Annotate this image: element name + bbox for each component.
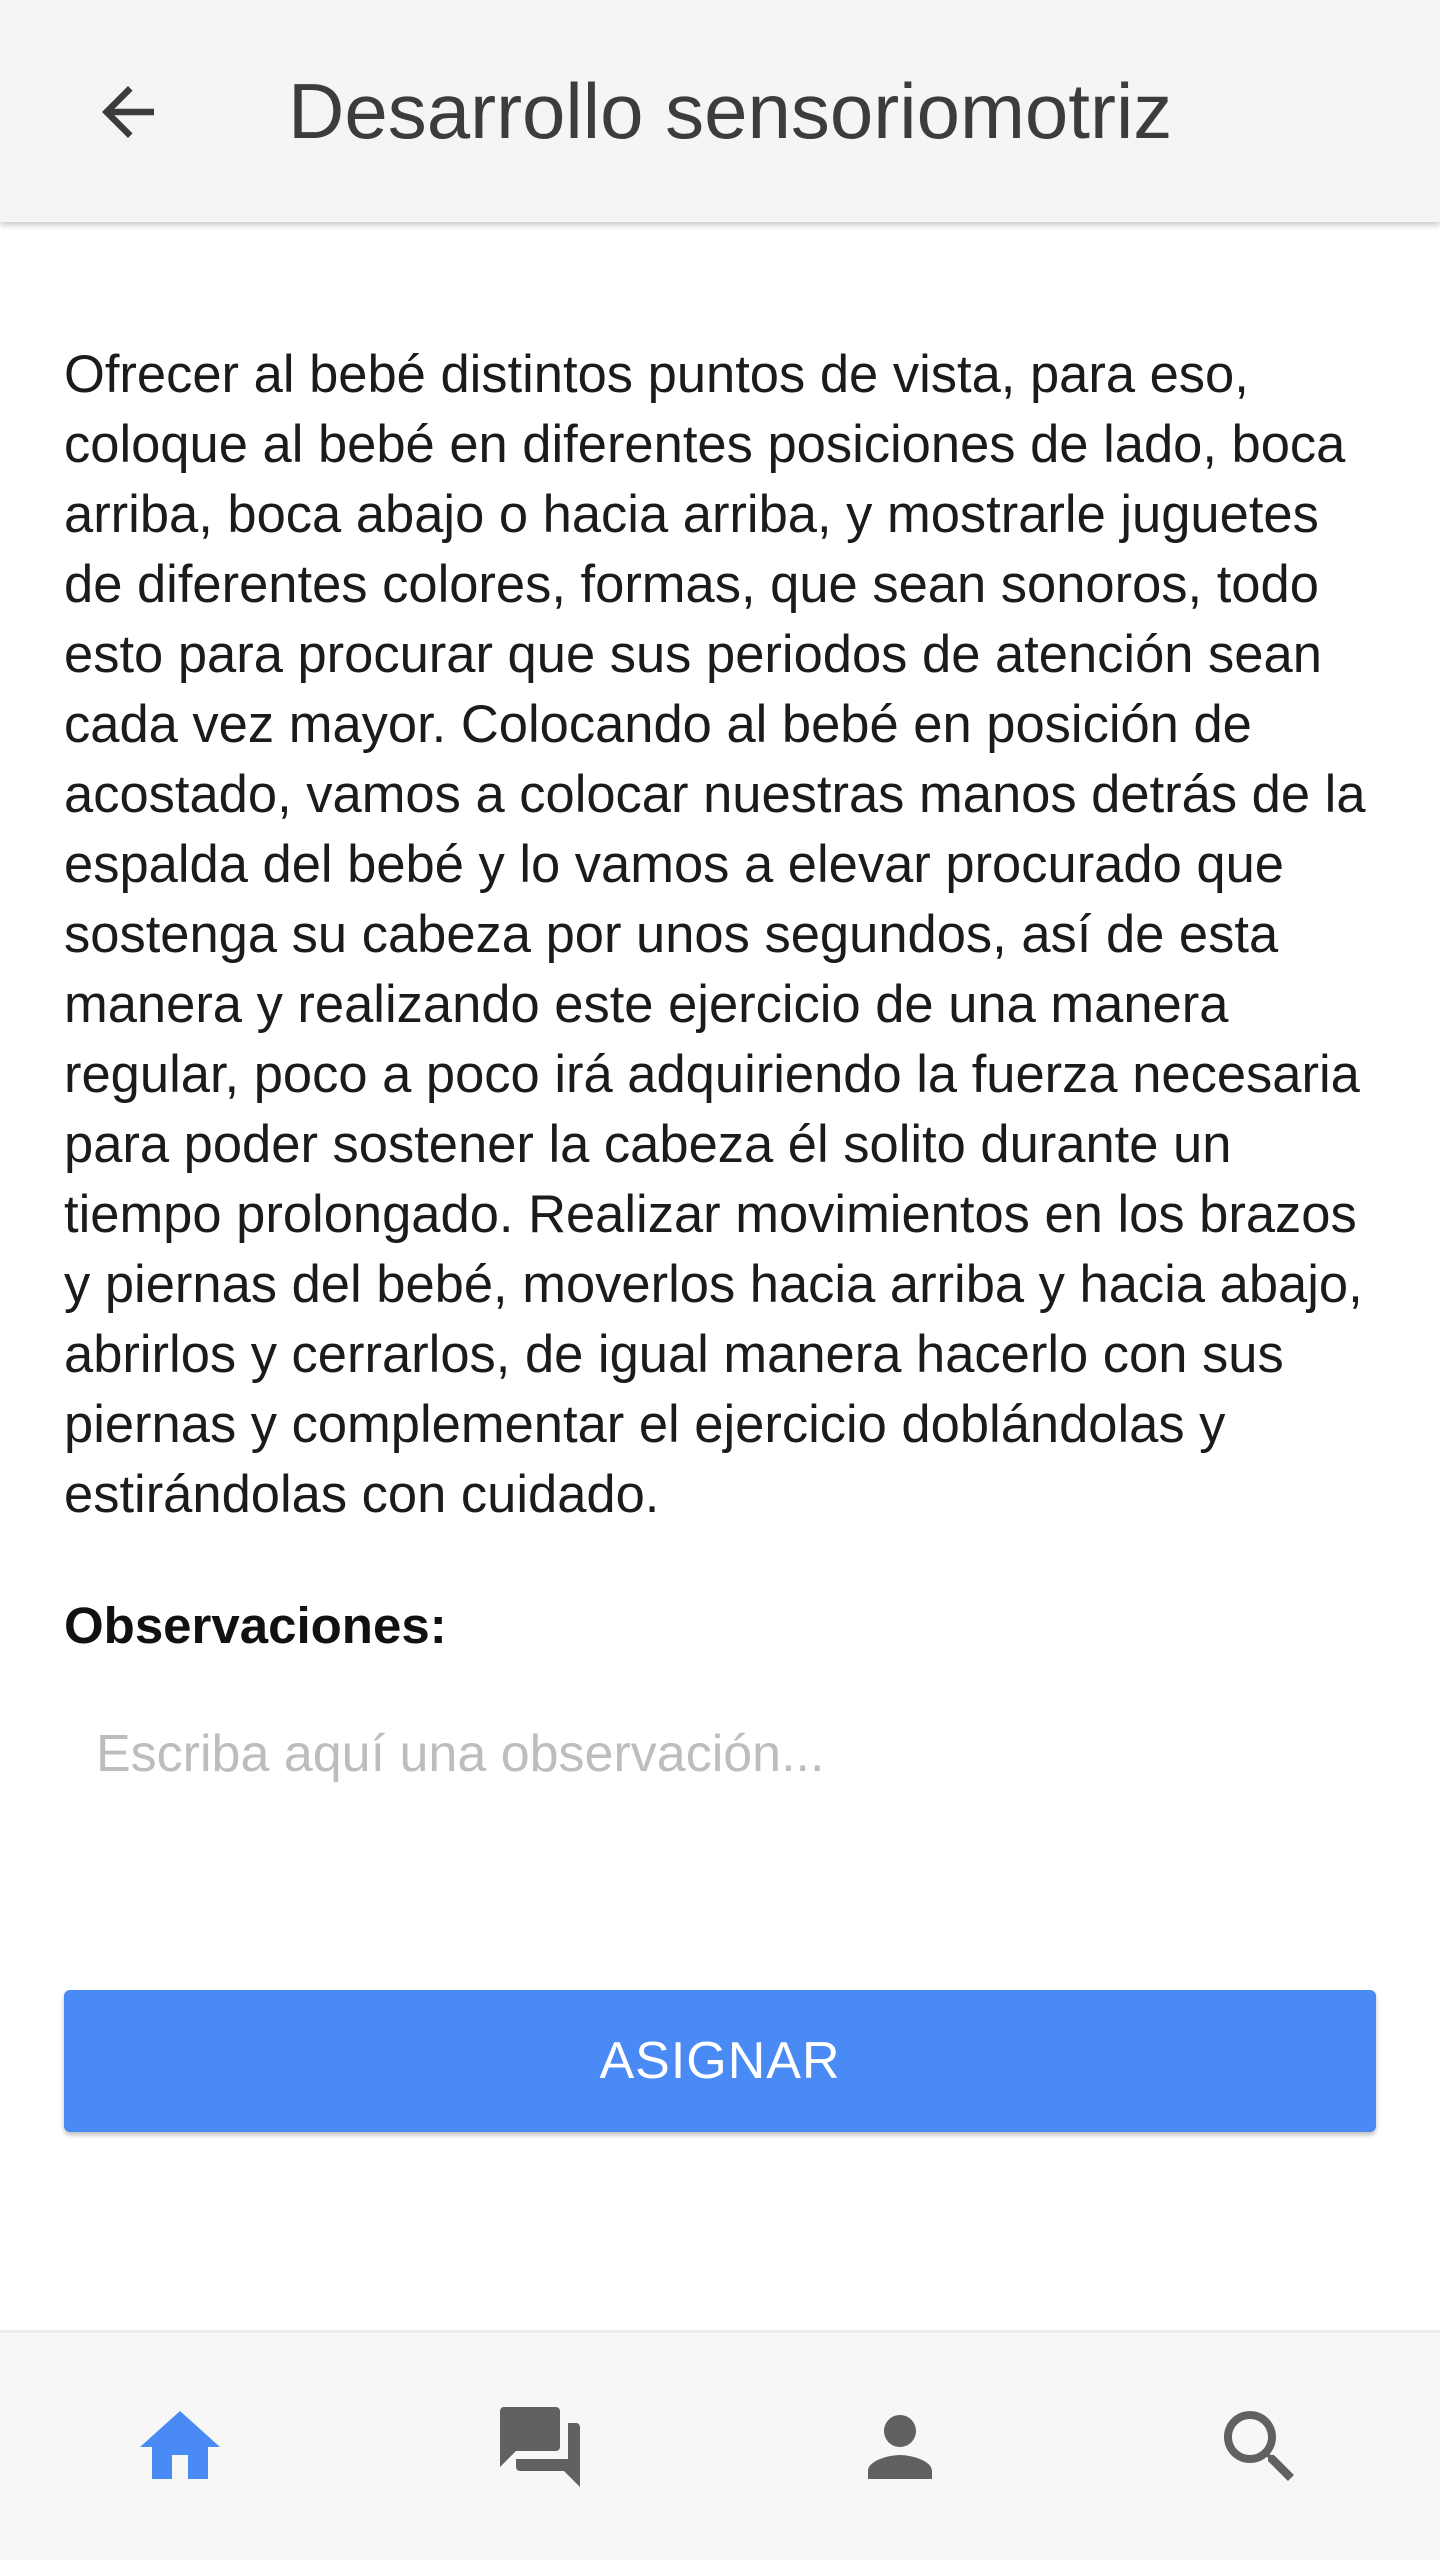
- nav-item-profile[interactable]: [720, 2333, 1080, 2560]
- top-app-bar: Desarrollo sensoriomotriz: [0, 0, 1440, 222]
- nav-item-messages[interactable]: [360, 2333, 720, 2560]
- home-icon: [140, 2410, 220, 2479]
- page-title: Desarrollo sensoriomotriz: [288, 67, 1173, 155]
- bottom-navigation: [0, 2330, 1440, 2560]
- person-icon: [868, 2414, 932, 2479]
- observations-input[interactable]: [64, 1699, 1380, 1809]
- nav-item-search[interactable]: [1080, 2333, 1440, 2560]
- search-icon: [1224, 2410, 1294, 2481]
- observations-label: Observaciones:: [64, 1597, 447, 1654]
- back-button[interactable]: [72, 56, 184, 168]
- activity-description: Ofrecer al bebé distintos puntos de vist…: [64, 345, 1366, 1524]
- app-screen: Desarrollo sensoriomotriz Ofrecer al beb…: [0, 0, 1440, 2560]
- assign-button[interactable]: ASIGNAR: [64, 1990, 1376, 2132]
- arrow-back-icon: [102, 86, 154, 138]
- activity-content: Ofrecer al bebé distintos puntos de vist…: [64, 340, 1380, 1809]
- nav-item-home[interactable]: [0, 2333, 360, 2560]
- chat-icon: [500, 2406, 580, 2487]
